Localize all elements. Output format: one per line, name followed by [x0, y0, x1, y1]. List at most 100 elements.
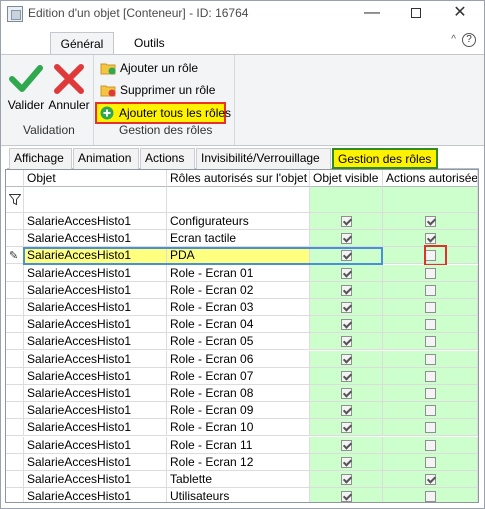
row-indicator[interactable] [6, 419, 24, 437]
cell-objet[interactable]: SalarieAccesHisto1 [24, 281, 167, 299]
cell-objet[interactable]: SalarieAccesHisto1 [24, 402, 167, 420]
row-indicator[interactable] [6, 316, 24, 334]
actions-checkbox[interactable] [425, 319, 436, 331]
table-row[interactable]: SalarieAccesHisto1 Role - Ecran 06 [6, 350, 478, 368]
table-row[interactable]: SalarieAccesHisto1 Ecran tactile [6, 230, 478, 248]
cell-objet[interactable]: SalarieAccesHisto1 [24, 488, 167, 502]
maximize-button[interactable] [394, 1, 438, 27]
actions-checkbox[interactable] [425, 336, 436, 348]
filter-cell-visible[interactable] [310, 187, 383, 213]
table-row[interactable]: SalarieAccesHisto1 Role - Ecran 04 [6, 316, 478, 334]
help-icon[interactable]: ? [462, 33, 476, 47]
column-header-objet[interactable]: Objet [24, 170, 167, 187]
column-header-visible[interactable]: Objet visible [310, 170, 383, 187]
row-indicator[interactable] [6, 471, 24, 488]
table-row[interactable]: SalarieAccesHisto1 Configurateurs [6, 213, 478, 230]
add-role-button[interactable]: Ajouter un rôle [98, 59, 198, 79]
table-row[interactable]: SalarieAccesHisto1 Role - Ecran 08 [6, 385, 478, 402]
row-indicator[interactable] [6, 213, 24, 230]
table-row[interactable]: SalarieAccesHisto1 Role - Ecran 10 [6, 419, 478, 437]
subtab-invisibilite[interactable]: Invisibilité/Verrouillage [196, 148, 331, 169]
table-row[interactable]: SalarieAccesHisto1 Role - Ecran 12 [6, 453, 478, 471]
table-row[interactable]: SalarieAccesHisto1 Role - Ecran 05 [6, 333, 478, 351]
cell-objet[interactable]: SalarieAccesHisto1 [24, 264, 167, 282]
visible-checkbox[interactable] [341, 388, 352, 399]
row-indicator[interactable] [6, 333, 24, 351]
visible-checkbox[interactable] [341, 233, 352, 245]
column-header-roles[interactable]: Rôles autorisés sur l'objet [167, 170, 310, 187]
visible-checkbox[interactable] [341, 491, 352, 502]
actions-checkbox[interactable] [425, 233, 436, 245]
minimize-button[interactable]: — [350, 1, 394, 27]
cell-objet[interactable]: SalarieAccesHisto1 [24, 230, 167, 248]
delete-role-button[interactable]: Supprimer un rôle [98, 81, 215, 101]
cell-objet[interactable]: SalarieAccesHisto1 [24, 453, 167, 471]
cell-role[interactable]: Role - Ecran 06 [167, 350, 310, 368]
actions-checkbox[interactable] [425, 491, 436, 502]
cell-objet[interactable]: SalarieAccesHisto1 [24, 471, 167, 488]
close-button[interactable]: ✕ [438, 1, 482, 27]
actions-checkbox[interactable] [425, 216, 436, 227]
row-indicator[interactable] [6, 385, 24, 402]
actions-checkbox[interactable] [425, 388, 436, 399]
actions-checkbox[interactable] [425, 439, 436, 451]
subtab-gestion-roles[interactable]: Gestion des rôles [332, 148, 438, 169]
filter-cell-actions[interactable] [383, 187, 478, 213]
filter-cell-objet[interactable] [24, 187, 167, 213]
subtab-actions[interactable]: Actions [140, 148, 195, 169]
cell-objet[interactable]: SalarieAccesHisto1 [24, 419, 167, 437]
table-row[interactable]: SalarieAccesHisto1 Tablette [6, 471, 478, 488]
row-indicator[interactable] [6, 367, 24, 385]
add-all-roles-button[interactable]: Ajouter tous les rôles [95, 102, 231, 124]
visible-checkbox[interactable] [341, 216, 352, 227]
visible-checkbox[interactable] [341, 267, 352, 279]
actions-checkbox[interactable] [425, 474, 436, 485]
visible-checkbox[interactable] [341, 422, 352, 434]
cell-role[interactable]: Utilisateurs [167, 488, 310, 502]
cell-role[interactable]: Tablette [167, 471, 310, 488]
row-indicator[interactable] [6, 230, 24, 248]
filter-funnel-icon[interactable] [9, 194, 21, 206]
row-indicator[interactable] [6, 264, 24, 282]
table-row[interactable]: SalarieAccesHisto1 Utilisateurs [6, 488, 478, 502]
visible-checkbox[interactable] [341, 439, 352, 451]
actions-checkbox[interactable] [425, 267, 436, 279]
cell-objet[interactable]: SalarieAccesHisto1 [24, 213, 167, 230]
ribbon-tab-general[interactable]: Général [50, 32, 114, 55]
row-indicator[interactable]: ✎ [6, 247, 24, 265]
visible-checkbox[interactable] [341, 319, 352, 331]
actions-checkbox[interactable] [425, 284, 436, 296]
table-row[interactable]: SalarieAccesHisto1 Role - Ecran 02 [6, 281, 478, 299]
actions-checkbox[interactable] [425, 405, 436, 417]
cell-role[interactable]: Configurateurs [167, 213, 310, 230]
actions-checkbox[interactable] [425, 422, 436, 434]
subtab-affichage[interactable]: Affichage [9, 148, 72, 169]
cell-role[interactable]: PDA [167, 247, 310, 265]
ribbon-tab-outils[interactable]: Outils [122, 32, 177, 55]
visible-checkbox[interactable] [341, 284, 352, 296]
row-indicator[interactable] [6, 350, 24, 368]
cell-role[interactable]: Role - Ecran 07 [167, 367, 310, 385]
cell-objet[interactable]: SalarieAccesHisto1 [24, 316, 167, 334]
visible-checkbox[interactable] [341, 474, 352, 485]
visible-checkbox[interactable] [341, 405, 352, 417]
visible-checkbox[interactable] [341, 250, 352, 262]
row-indicator[interactable] [6, 453, 24, 471]
cell-objet[interactable]: SalarieAccesHisto1 [24, 247, 167, 265]
cell-objet[interactable]: SalarieAccesHisto1 [24, 385, 167, 402]
row-indicator[interactable] [6, 436, 24, 454]
cell-objet[interactable]: SalarieAccesHisto1 [24, 350, 167, 368]
visible-checkbox[interactable] [341, 370, 352, 382]
cell-role[interactable]: Role - Ecran 03 [167, 299, 310, 316]
table-row[interactable]: SalarieAccesHisto1 Role - Ecran 07 [6, 367, 478, 385]
cancel-button[interactable]: Annuler [48, 59, 90, 114]
cell-role[interactable]: Role - Ecran 01 [167, 264, 310, 282]
cell-objet[interactable]: SalarieAccesHisto1 [24, 333, 167, 351]
cell-objet[interactable]: SalarieAccesHisto1 [24, 436, 167, 454]
table-row[interactable]: SalarieAccesHisto1 Role - Ecran 09 [6, 402, 478, 420]
cell-role[interactable]: Role - Ecran 02 [167, 281, 310, 299]
table-row[interactable]: ✎ SalarieAccesHisto1 PDA [6, 245, 478, 267]
actions-checkbox[interactable] [425, 353, 436, 365]
cell-role[interactable]: Role - Ecran 08 [167, 385, 310, 402]
cell-role[interactable]: Role - Ecran 12 [167, 453, 310, 471]
